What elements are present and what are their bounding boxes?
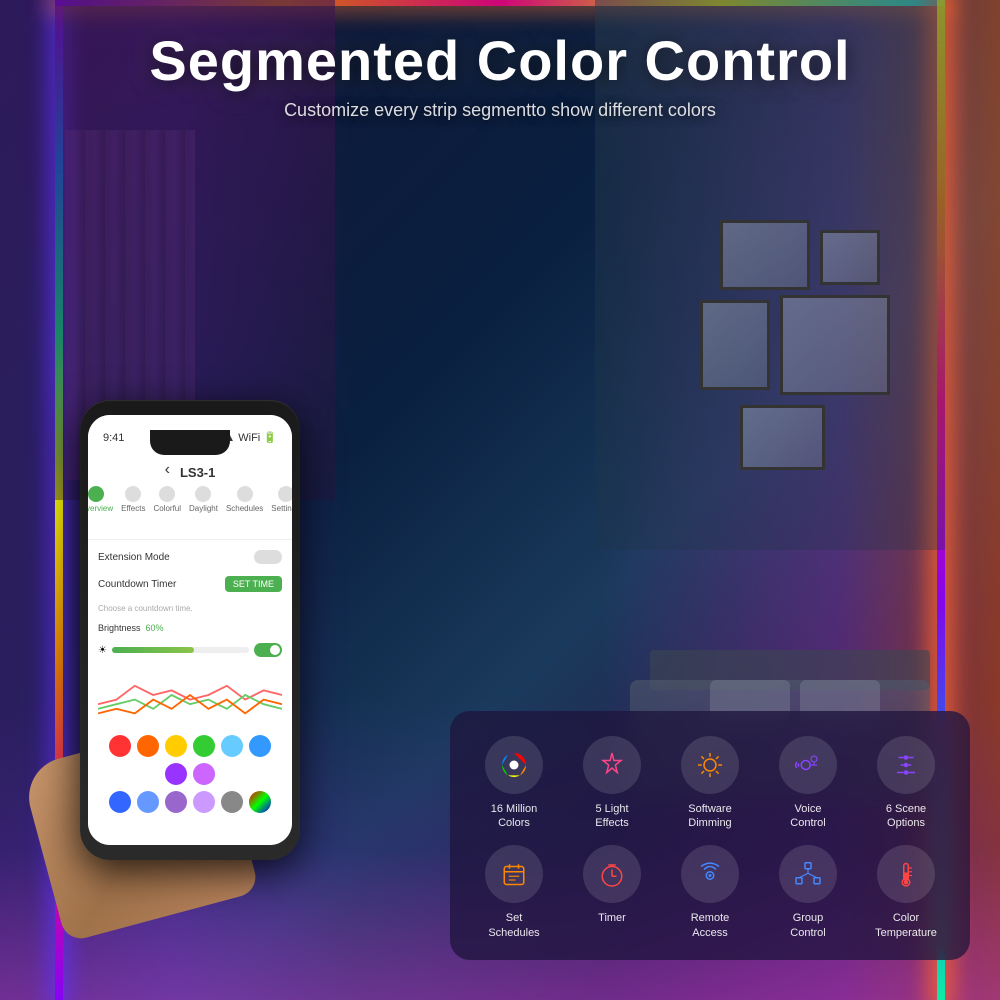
brightness-toggle[interactable] xyxy=(254,643,282,657)
feature-colors: 16 MillionColors xyxy=(470,736,558,831)
color-lightblue[interactable] xyxy=(221,735,243,757)
color-thistle[interactable] xyxy=(193,791,215,813)
frame-1 xyxy=(720,220,810,290)
color-green[interactable] xyxy=(193,735,215,757)
frame-2 xyxy=(820,230,880,285)
scenes-icon-circle xyxy=(877,736,935,794)
color-gray[interactable] xyxy=(221,791,243,813)
feature-scenes: 6 SceneOptions xyxy=(862,736,950,831)
phone-time: 9:41 xyxy=(103,432,124,444)
color-edit[interactable] xyxy=(249,791,271,813)
brightness-row: Brightness 60% xyxy=(98,623,282,633)
countdown-row: Countdown Timer SET TIME xyxy=(98,576,282,592)
features-grid: 16 MillionColors 5 LightEffects xyxy=(470,736,950,940)
brightness-slider[interactable] xyxy=(112,647,249,653)
tab-schedules[interactable]: Schedules xyxy=(226,486,263,513)
tab-colorful[interactable]: Colorful xyxy=(153,486,181,513)
device-name: LS3-1 xyxy=(180,465,215,480)
frame-5 xyxy=(740,405,825,470)
colors-icon-circle xyxy=(485,736,543,794)
timer-icon-circle xyxy=(583,845,641,903)
tab-overview[interactable]: Overview xyxy=(88,486,113,513)
feature-timer: Timer xyxy=(568,845,656,940)
voice-icon-circle xyxy=(779,736,837,794)
set-time-button[interactable]: SET TIME xyxy=(225,576,282,592)
brightness-value: 60% xyxy=(146,623,164,633)
feature-schedules: SetSchedules xyxy=(470,845,558,940)
dimming-icon-circle xyxy=(681,736,739,794)
timer-label: Timer xyxy=(598,911,626,925)
effects-icon-circle xyxy=(583,736,641,794)
group-icon-circle xyxy=(779,845,837,903)
phone-notch xyxy=(150,430,230,455)
voice-label: VoiceControl xyxy=(790,802,825,831)
feature-group: GroupControl xyxy=(764,845,852,940)
color-palette xyxy=(98,735,282,785)
color-orange[interactable] xyxy=(137,735,159,757)
color-red[interactable] xyxy=(109,735,131,757)
color-navy[interactable] xyxy=(109,791,131,813)
countdown-label: Countdown Timer xyxy=(98,579,176,590)
scenes-label: 6 SceneOptions xyxy=(886,802,926,831)
feature-temp: ColorTemperature xyxy=(862,845,950,940)
extension-mode-label: Extension Mode xyxy=(98,552,170,563)
countdown-hint: Choose a countdown time. xyxy=(98,604,282,613)
color-lavender[interactable] xyxy=(193,763,215,785)
color-yellow[interactable] xyxy=(165,735,187,757)
group-label: GroupControl xyxy=(790,911,825,940)
feature-effects: 5 LightEffects xyxy=(568,736,656,831)
features-panel: 16 MillionColors 5 LightEffects xyxy=(450,711,970,960)
page-subtitle: Customize every strip segmentto show dif… xyxy=(0,100,1000,121)
feature-dimming: SoftwareDimming xyxy=(666,736,754,831)
temp-icon-circle xyxy=(877,845,935,903)
color-purple[interactable] xyxy=(165,763,187,785)
dimming-label: SoftwareDimming xyxy=(688,802,731,831)
wave-chart xyxy=(98,665,282,725)
temp-label: ColorTemperature xyxy=(875,911,937,940)
extension-mode-toggle[interactable] xyxy=(254,550,282,564)
remote-label: RemoteAccess xyxy=(691,911,730,940)
phone-body: 9:41 ▲▲▲ WiFi 🔋 ‹ LS3-1 Overview Effect xyxy=(80,400,300,860)
schedules-label: SetSchedules xyxy=(488,911,539,940)
extension-mode-row: Extension Mode xyxy=(98,550,282,564)
effects-label: 5 LightEffects xyxy=(595,802,628,831)
feature-remote: RemoteAccess xyxy=(666,845,754,940)
color-blue[interactable] xyxy=(249,735,271,757)
header: Segmented Color Control Customize every … xyxy=(0,30,1000,121)
schedules-icon-circle xyxy=(485,845,543,903)
color-palette-2 xyxy=(98,791,282,813)
color-medium-purple[interactable] xyxy=(165,791,187,813)
tab-settings[interactable]: Settings xyxy=(271,486,292,513)
brightness-label: Brightness xyxy=(98,623,141,633)
tab-effects[interactable]: Effects xyxy=(121,486,145,513)
color-cornflower[interactable] xyxy=(137,791,159,813)
feature-voice: VoiceControl xyxy=(764,736,852,831)
colors-label: 16 MillionColors xyxy=(491,802,537,831)
phone-tabs: Overview Effects Colorful Daylight xyxy=(88,486,292,513)
phone-nav-bar: ‹ LS3-1 Overview Effects Colorful xyxy=(88,455,292,540)
phone-container: 9:41 ▲▲▲ WiFi 🔋 ‹ LS3-1 Overview Effect xyxy=(60,400,320,920)
frame-4 xyxy=(780,295,890,395)
remote-icon-circle xyxy=(681,845,739,903)
phone-screen: 9:41 ▲▲▲ WiFi 🔋 ‹ LS3-1 Overview Effect xyxy=(88,415,292,845)
phone-content: Extension Mode Countdown Timer SET TIME … xyxy=(88,540,292,845)
tab-daylight[interactable]: Daylight xyxy=(189,486,218,513)
page-title: Segmented Color Control xyxy=(0,30,1000,92)
frame-3 xyxy=(700,300,770,390)
picture-frames xyxy=(690,220,890,480)
